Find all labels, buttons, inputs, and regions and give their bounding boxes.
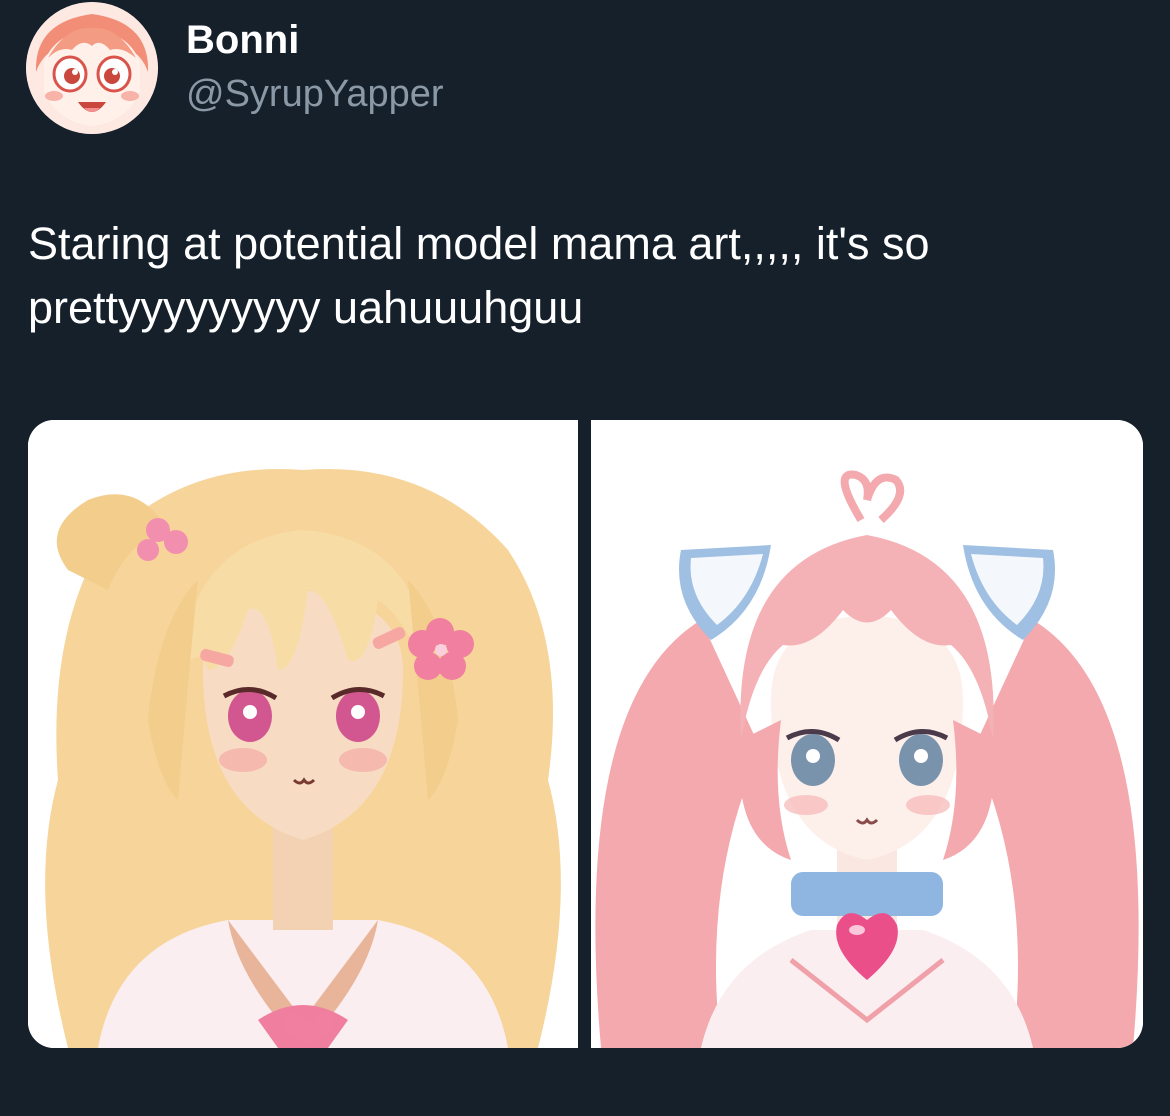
blonde-anime-girl-pink-flowers-illustration [28, 420, 578, 1048]
author-handle[interactable]: @SyrupYapper [186, 70, 444, 118]
media-image-1[interactable] [28, 420, 578, 1048]
author-display-name[interactable]: Bonni [186, 16, 444, 64]
tweet-header: Bonni @SyrupYapper [26, 2, 726, 136]
media-image-2[interactable] [591, 420, 1143, 1048]
tweet-text: Staring at potential model mama art,,,,,… [28, 218, 943, 333]
avatar-anime-character-icon [26, 2, 158, 134]
tweet-media-grid [28, 420, 1143, 1048]
user-avatar[interactable] [26, 2, 158, 134]
pink-twintail-anime-girl-heart-collar-illustration [591, 420, 1143, 1048]
author-names: Bonni @SyrupYapper [186, 16, 444, 118]
